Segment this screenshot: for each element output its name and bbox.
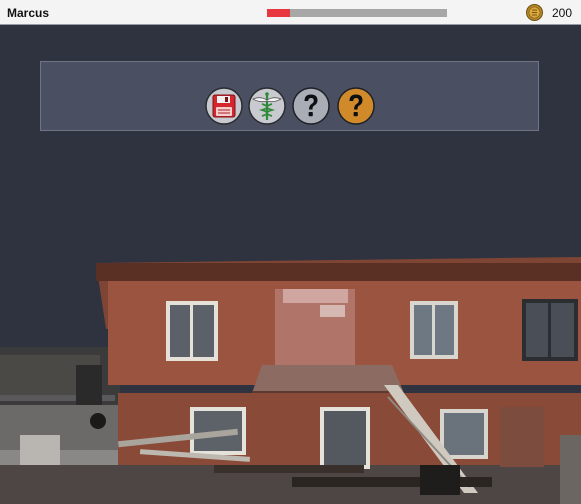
game-scene	[0, 25, 581, 504]
action-panel	[40, 61, 539, 131]
status-bar: Marcus 200	[0, 0, 581, 25]
question-mark-icon	[337, 87, 375, 125]
gold-coin-icon	[526, 4, 543, 21]
unknown-action-button[interactable]	[337, 87, 375, 125]
floppy-disk-icon	[205, 87, 243, 125]
save-button[interactable]	[205, 87, 243, 125]
heal-button[interactable]	[248, 87, 286, 125]
unknown-action-button[interactable]	[292, 87, 330, 125]
player-name: Marcus	[7, 6, 50, 20]
caduceus-icon	[248, 87, 286, 125]
health-bar	[267, 9, 447, 17]
health-bar-fill	[267, 9, 291, 17]
question-mark-icon	[292, 87, 330, 125]
coin-count: 200	[552, 6, 573, 20]
